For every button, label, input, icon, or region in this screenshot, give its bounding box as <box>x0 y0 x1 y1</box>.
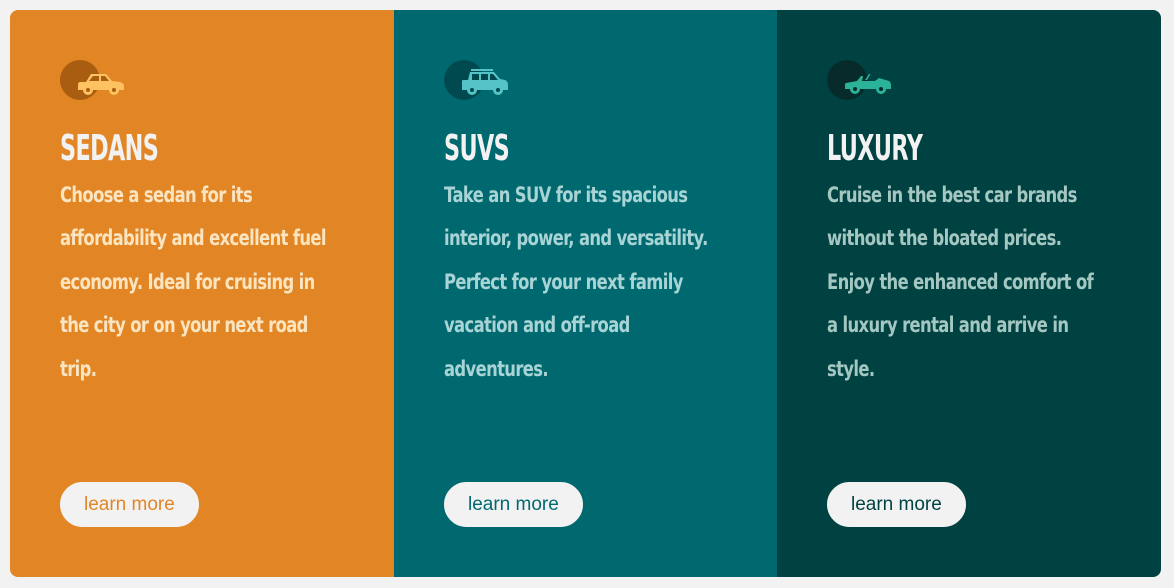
learn-more-button-suvs[interactable]: learn more <box>444 482 583 527</box>
card-description: Choose a sedan for its affordability and… <box>60 183 327 381</box>
sedan-car-icon <box>78 74 124 95</box>
card-title: SEDANS <box>60 128 159 169</box>
learn-more-button-luxury[interactable]: learn more <box>827 482 966 527</box>
card-description: Cruise in the best car brands without th… <box>827 183 1094 381</box>
card-title: LUXURY <box>827 128 923 169</box>
luxury-icon-wrap <box>827 60 897 100</box>
card-suvs: SUVS Take an SUV for its spacious interi… <box>394 10 777 577</box>
card-title: SUVS <box>444 128 510 169</box>
luxury-convertible-car-icon <box>845 74 891 94</box>
suv-icon-wrap <box>444 60 514 100</box>
suv-car-icon <box>462 69 508 95</box>
learn-more-button-sedans[interactable]: learn more <box>60 482 199 527</box>
card-description: Take an SUV for its spacious interior, p… <box>444 183 708 381</box>
car-category-cards: SEDANS Choose a sedan for its affordabil… <box>10 10 1161 577</box>
card-luxury: LUXURY Cruise in the best car brands wit… <box>777 10 1161 577</box>
card-sedans: SEDANS Choose a sedan for its affordabil… <box>10 10 394 577</box>
sedan-icon-wrap <box>60 60 130 100</box>
